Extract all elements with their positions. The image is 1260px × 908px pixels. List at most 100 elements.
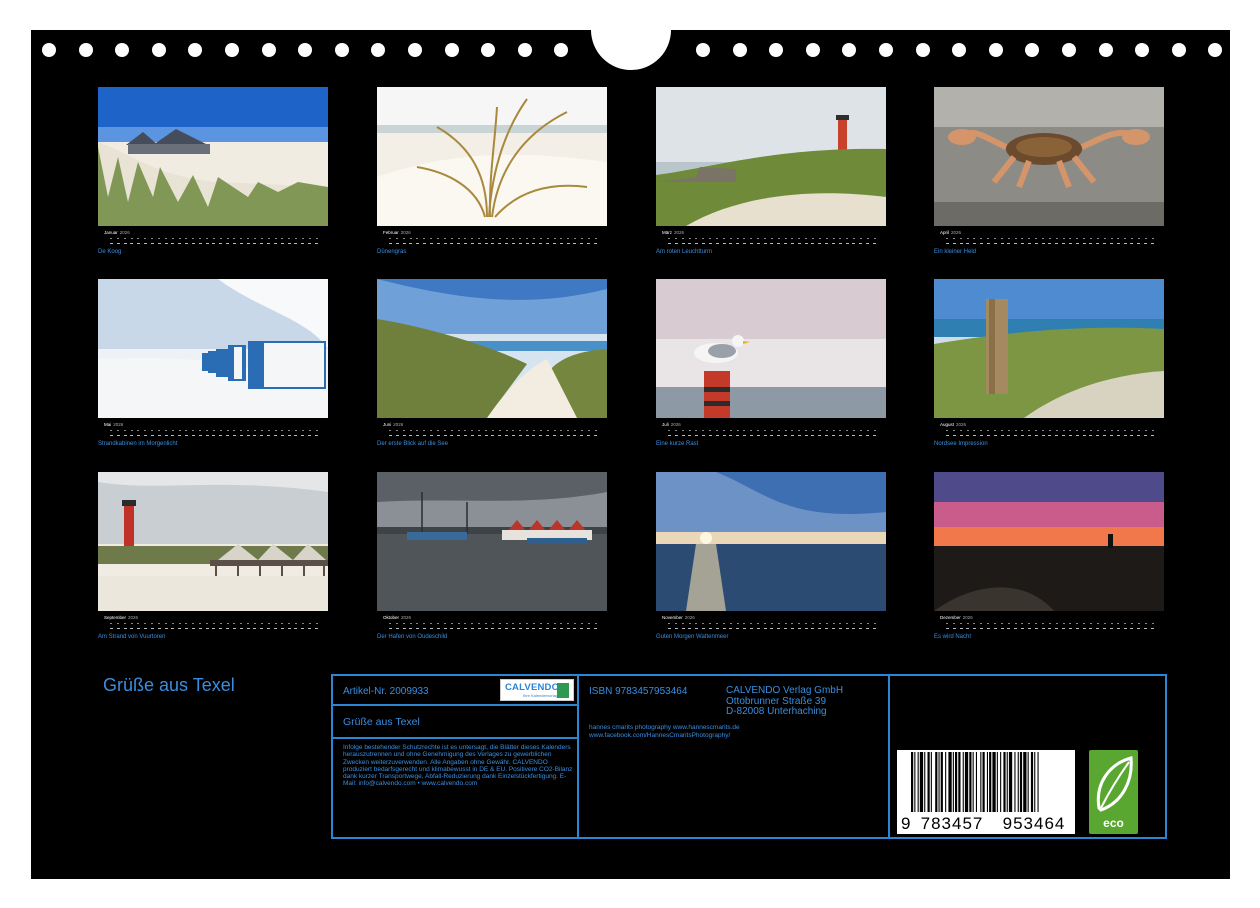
hanger-cutout [591, 30, 671, 70]
publisher-name: CALVENDO Verlag GmbH [726, 685, 844, 696]
binding-hole [151, 43, 166, 57]
month-name: Juni 2026 [383, 422, 403, 427]
photo-caption: De Koog [98, 249, 122, 255]
photo-caption: Am Strand von Vuurtoren [98, 634, 166, 640]
binding-hole [115, 43, 130, 57]
day-grid [110, 236, 318, 246]
month-label: November [662, 615, 683, 620]
day-grid [110, 621, 318, 631]
photo-caption: Es wird Nacht [934, 634, 972, 640]
month-year: 2026 [113, 422, 124, 427]
month-panel: März 2026 Am roten Leuchtturm [656, 87, 886, 257]
binding-hole [879, 43, 893, 57]
photo-caption: Strandkabinen im Morgenlicht [98, 441, 178, 447]
month-label: Februar [383, 230, 399, 235]
day-grid [946, 621, 1154, 631]
month-year: 2026 [128, 615, 139, 620]
cover-title: Grüße aus Texel [103, 675, 235, 695]
binding-hole [554, 43, 569, 57]
binding-hole [408, 43, 422, 57]
month-photo [377, 87, 607, 226]
month-name: September 2026 [104, 615, 138, 620]
binding-hole [696, 43, 710, 57]
month-label: Juni [383, 422, 392, 427]
month-year: 2026 [670, 422, 681, 427]
month-panel: Oktober 2026 Der Hafen von Oudeschild [377, 472, 607, 642]
month-panel: Mai 2026 Strandkabinen im Morgenlicht [98, 279, 328, 449]
month-year: 2026 [119, 230, 130, 235]
binding-hole [1135, 43, 1150, 57]
day-grid [389, 428, 597, 438]
month-panel: November 2026 Guten Morgen Wattenmeer [656, 472, 886, 642]
month-label: Januar [104, 230, 118, 235]
publisher-city: D-82008 Unterhaching [726, 706, 827, 717]
day-grid [946, 428, 1154, 438]
binding-hole [1062, 43, 1076, 57]
eco-label: eco [1103, 816, 1124, 830]
day-grid [668, 236, 876, 246]
month-name: Juli 2026 [662, 422, 681, 427]
binding-hole [1025, 43, 1040, 57]
photo-caption: Ein kleiner Held [934, 249, 977, 255]
month-panel: August 2026 Nordsee Impression [934, 279, 1164, 449]
binding-hole [1171, 43, 1186, 57]
info-title: Grüße aus Texel [343, 716, 420, 728]
day-grid [110, 428, 318, 438]
binding-hole [261, 43, 276, 57]
month-photo [98, 87, 328, 226]
binding-hole [444, 43, 459, 57]
month-name: November 2026 [662, 615, 695, 620]
binding-hole [42, 43, 56, 57]
publisher-address: CALVENDO Verlag GmbH Ottobrunner Straße … [726, 685, 844, 718]
month-year: 2026 [951, 230, 962, 235]
month-label: Juli [662, 422, 669, 427]
barcode-bars [911, 752, 1039, 812]
photo-caption: Der Hafen von Oudeschild [377, 634, 448, 640]
day-grid [389, 621, 597, 631]
month-label: Mai [104, 422, 112, 427]
day-grid [668, 621, 876, 631]
photographer-info: hannes cmarits photography www.hannescma… [589, 724, 740, 739]
month-name: März 2026 [662, 230, 684, 235]
barcode-number: 9 783457 953464 [897, 814, 1075, 834]
month-panel: April 2026 Ein kleiner Held [934, 87, 1164, 257]
day-grid [946, 236, 1154, 246]
calvendo-logo: CALVENDO Ihre Kalendervorlage [500, 679, 574, 701]
month-photo [934, 279, 1164, 418]
binding-hole [298, 43, 313, 57]
binding-hole [732, 43, 747, 57]
month-panel: Juli 2026 Eine kurze Rast [656, 279, 886, 449]
photographer-facebook: www.facebook.com/HannesCmaritsPhotograph… [589, 731, 731, 739]
barcode-digit-prefix: 9 [901, 814, 911, 833]
month-name: April 2026 [940, 230, 961, 235]
binding-hole [1208, 43, 1223, 57]
binding-hole [805, 43, 820, 57]
calendar-back-page: Januar 2026 De Koog Februar 2026 Dünengras M… [31, 30, 1230, 879]
month-panel: Juni 2026 Der erste Blick auf die See [377, 279, 607, 449]
binding-hole [769, 43, 784, 57]
photo-caption: Dünengras [377, 249, 407, 255]
month-photo [377, 472, 607, 611]
month-name: Mai 2026 [104, 422, 123, 427]
photo-caption: Guten Morgen Wattenmeer [656, 634, 729, 640]
calvendo-logo-subtitle: Ihre Kalendervorlage [523, 693, 561, 698]
binding-hole [371, 43, 386, 57]
binding-hole [952, 43, 967, 57]
month-label: März [662, 230, 672, 235]
month-label: April [940, 230, 950, 235]
photographer-website: hannes cmarits photography www.hannescma… [589, 724, 740, 731]
day-grid [668, 428, 876, 438]
photo-caption: Eine kurze Rast [656, 441, 699, 447]
month-label: Oktober [383, 615, 400, 620]
month-year: 2026 [684, 615, 695, 620]
legal-notice: Infolge bestehender Schutzrechte ist es … [343, 744, 573, 788]
month-panel: Februar 2026 Dünengras [377, 87, 607, 257]
binding-hole [842, 43, 857, 57]
isbn: ISBN 9783457953464 [589, 686, 688, 697]
binding-hole [517, 43, 532, 57]
month-name: Oktober 2026 [383, 615, 411, 620]
article-number: Artikel-Nr. 2009933 [343, 686, 429, 697]
month-name: Dezember 2026 [940, 615, 973, 620]
binding-hole [188, 43, 203, 57]
barcode: 9 783457 953464 [897, 750, 1075, 834]
